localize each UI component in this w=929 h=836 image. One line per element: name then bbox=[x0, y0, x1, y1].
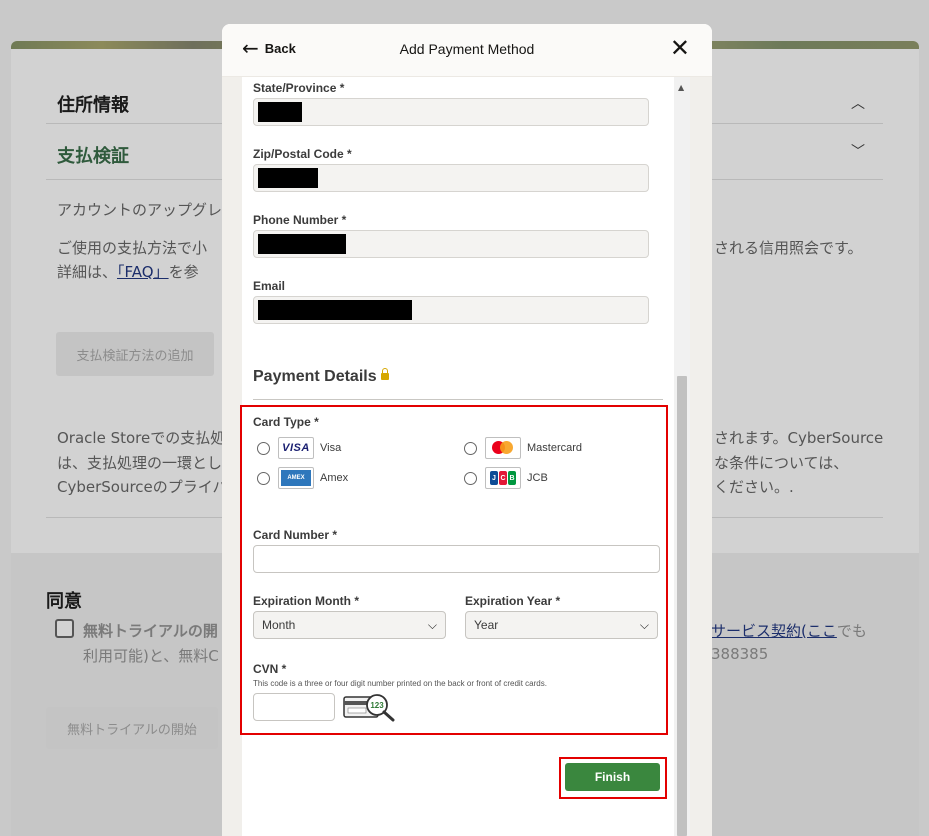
expiration-month-value: Month bbox=[262, 618, 296, 632]
oracle-text-right-1: されます。CyberSource bbox=[714, 429, 884, 447]
payment-text-right: される信用照会です。 bbox=[714, 239, 863, 257]
radio-button[interactable] bbox=[257, 471, 270, 485]
zip-label: Zip/Postal Code * bbox=[253, 147, 352, 161]
upgrade-text: アカウントのアップグレ bbox=[57, 201, 223, 219]
payment-details-label: Payment Details bbox=[253, 368, 377, 385]
state-input[interactable] bbox=[253, 98, 649, 126]
phone-label: Phone Number * bbox=[253, 213, 347, 227]
payment-verification-heading: 支払検証 bbox=[57, 146, 129, 167]
address-heading: 住所情報 bbox=[57, 95, 129, 116]
chevron-up-icon[interactable]: ︿ bbox=[851, 93, 865, 113]
card-type-jcb-option[interactable]: JCB JCB bbox=[464, 467, 548, 489]
card-type-mastercard-option[interactable]: Mastercard bbox=[464, 437, 582, 459]
expiration-month-select[interactable]: Month ⌵ bbox=[253, 611, 446, 639]
close-icon[interactable]: ✕ bbox=[670, 36, 690, 60]
email-input[interactable] bbox=[253, 296, 649, 324]
here-link[interactable]: (ここ bbox=[801, 622, 837, 640]
consent-checkbox[interactable] bbox=[55, 619, 74, 638]
divider bbox=[253, 399, 663, 400]
faq-link[interactable]: 「FAQ」 bbox=[117, 263, 169, 281]
details-suffix: を参 bbox=[168, 263, 199, 281]
payment-details-title: Payment Details bbox=[253, 368, 389, 386]
email-label: Email bbox=[253, 279, 286, 293]
start-trial-button[interactable]: 無料トライアルの開始 bbox=[46, 707, 218, 749]
modal-title: Add Payment Method bbox=[399, 41, 535, 57]
redacted-value bbox=[258, 168, 318, 188]
modal-scroll-area: State/Province * Zip/Postal Code * Phone… bbox=[222, 77, 712, 836]
oracle-text-right-2: な条件については、 bbox=[714, 454, 849, 472]
expiration-year-value: Year bbox=[474, 618, 499, 632]
oracle-text-left-2: は、支払処理の一環とし bbox=[57, 454, 223, 472]
jcb-logo-icon: JCB bbox=[485, 467, 521, 489]
consent-text-left-1: 無料トライアルの開 bbox=[83, 622, 218, 640]
scroll-up-arrow-icon[interactable]: ▲ bbox=[678, 83, 684, 92]
services-agreement-link[interactable]: サービス契約 bbox=[711, 622, 801, 640]
payment-form: State/Province * Zip/Postal Code * Phone… bbox=[240, 77, 674, 836]
card-type-visa-option[interactable]: VISA Visa bbox=[257, 437, 341, 459]
payment-text-line2: 詳細は、「FAQ」を参 bbox=[57, 261, 199, 282]
radio-button[interactable] bbox=[464, 471, 477, 485]
expiration-year-select[interactable]: Year ⌵ bbox=[465, 611, 658, 639]
visa-logo-icon: VISA bbox=[278, 437, 314, 459]
oracle-text-right-3: ください。. bbox=[714, 478, 794, 496]
card-number-label: Card Number * bbox=[253, 528, 338, 542]
chevron-down-icon[interactable]: ﹀ bbox=[851, 141, 865, 161]
expiration-month-label: Expiration Month * bbox=[253, 594, 359, 608]
expiration-year-label: Expiration Year * bbox=[465, 594, 561, 608]
state-label: State/Province * bbox=[253, 81, 345, 95]
cvn-label: CVN * bbox=[253, 662, 287, 676]
add-payment-modal: ← Back Add Payment Method ✕ State/Provin… bbox=[222, 24, 712, 836]
amex-logo-icon: AMEX bbox=[278, 467, 314, 489]
details-prefix: 詳細は、 bbox=[57, 263, 118, 281]
chevron-down-icon: ⌵ bbox=[427, 617, 437, 632]
cvn-digits: 123 bbox=[370, 701, 384, 710]
phone-input[interactable] bbox=[253, 230, 649, 258]
mastercard-logo-icon bbox=[485, 437, 521, 459]
cvn-card-magnifier-icon: 123 bbox=[343, 694, 395, 722]
scrollbar-thumb[interactable] bbox=[677, 376, 687, 836]
redacted-value bbox=[258, 102, 302, 122]
modal-header: ← Back Add Payment Method ✕ bbox=[222, 24, 712, 77]
add-verification-button[interactable]: 支払検証方法の追加 bbox=[56, 332, 214, 376]
oracle-text-left-3: CyberSourceのプライバ bbox=[57, 478, 228, 496]
card-type-amex-option[interactable]: AMEX Amex bbox=[257, 467, 348, 489]
consent-tail: でも bbox=[836, 622, 867, 640]
card-type-jcb-label: JCB bbox=[527, 472, 548, 484]
card-type-amex-label: Amex bbox=[320, 472, 349, 484]
payment-text-left: ご使用の支払方法で小 bbox=[57, 239, 208, 257]
redacted-value bbox=[258, 234, 346, 254]
cvn-input[interactable] bbox=[253, 693, 335, 721]
amex-logo-text: AMEX bbox=[281, 470, 311, 486]
consent-heading: 同意 bbox=[46, 591, 82, 612]
card-type-label: Card Type * bbox=[253, 415, 319, 429]
card-type-mastercard-label: Mastercard bbox=[527, 442, 583, 454]
zip-input[interactable] bbox=[253, 164, 649, 192]
finish-button[interactable]: Finish bbox=[565, 763, 660, 791]
consent-text-left-2: 利用可能)と、無料C bbox=[83, 647, 219, 665]
consent-text-right-2: 388385 bbox=[711, 645, 769, 663]
scrollbar[interactable]: ▲ bbox=[674, 77, 690, 836]
consent-text-right-1: サービス契約(ここでも bbox=[711, 620, 867, 641]
cvn-help-text: This code is a three or four digit numbe… bbox=[253, 679, 547, 688]
lock-icon bbox=[380, 368, 389, 380]
visa-logo-text: VISA bbox=[282, 442, 310, 454]
radio-button[interactable] bbox=[257, 441, 270, 455]
redacted-value bbox=[258, 300, 412, 320]
card-number-input[interactable] bbox=[253, 545, 660, 573]
card-type-visa-label: Visa bbox=[320, 442, 342, 454]
oracle-text-left-1: Oracle Storeでの支払処 bbox=[57, 429, 226, 447]
radio-button[interactable] bbox=[464, 441, 477, 455]
chevron-down-icon: ⌵ bbox=[639, 617, 649, 632]
